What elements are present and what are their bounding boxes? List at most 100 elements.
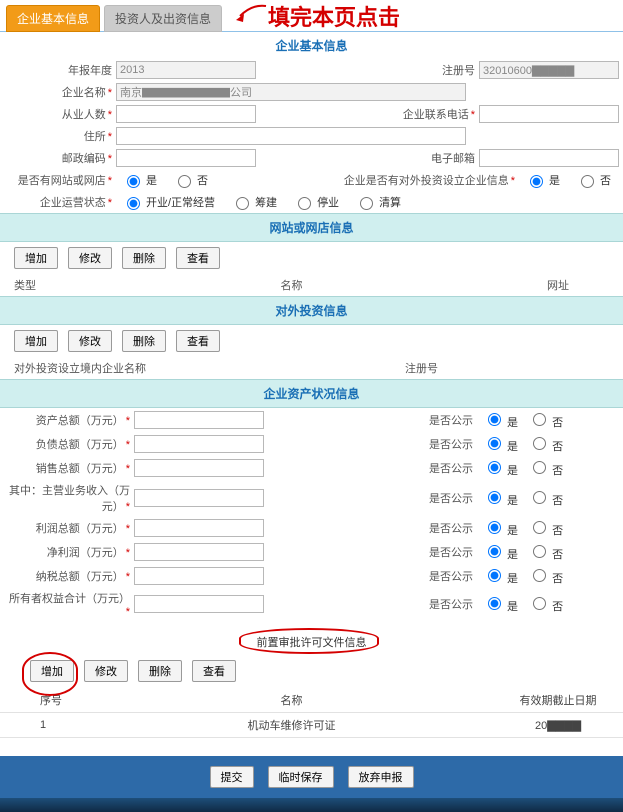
giveup-button[interactable]: 放弃申报 — [348, 766, 414, 788]
asset-row: 所有者权益合计（万元）*是否公示 是 否 — [0, 588, 623, 620]
label-employees: 从业人数 — [62, 109, 106, 121]
label-company-name: 企业名称 — [62, 87, 106, 99]
asset-publish-no[interactable]: 否 — [528, 410, 563, 430]
asset-row: 净利润（万元）*是否公示 是 否 — [0, 540, 623, 564]
label-has-outinvest: 企业是否有对外投资设立企业信息 — [344, 175, 509, 187]
permit-expiry: 20▇▇▇▇ — [493, 713, 623, 738]
asset-input-0[interactable] — [134, 411, 264, 429]
asset-publish-no[interactable]: 否 — [528, 518, 563, 538]
asset-input-5[interactable] — [134, 543, 264, 561]
outbound-table-header: 对外投资设立境内企业名称 注册号 — [0, 357, 623, 379]
footer-strip — [0, 798, 623, 812]
bottom-action-bar: 提交 临时保存 放弃申报 — [0, 756, 623, 798]
year-input — [116, 61, 256, 79]
website-edit-button[interactable]: 修改 — [68, 247, 112, 269]
asset-publish-label: 是否公示 — [409, 412, 473, 428]
asset-publish-yes[interactable]: 是 — [483, 434, 518, 454]
asset-row: 利润总额（万元）*是否公示 是 否 — [0, 516, 623, 540]
asset-publish-label: 是否公示 — [409, 596, 473, 612]
tab-basic-info[interactable]: 企业基本信息 — [6, 5, 100, 32]
asset-publish-yes[interactable]: 是 — [483, 566, 518, 586]
has-site-yes[interactable]: 是 — [122, 172, 157, 188]
asset-label: 负债总额（万元） — [36, 439, 124, 451]
asset-publish-no[interactable]: 否 — [528, 566, 563, 586]
draft-save-button[interactable]: 临时保存 — [268, 766, 334, 788]
asset-row: 其中：主营业务收入（万元）*是否公示 是 否 — [0, 480, 623, 516]
permit-delete-button[interactable]: 删除 — [138, 660, 182, 682]
label-regno: 注册号 — [442, 65, 475, 77]
section-header-assets: 企业资产状况信息 — [0, 379, 623, 408]
permit-seq: 1 — [0, 713, 90, 738]
label-zip: 邮政编码 — [62, 153, 106, 165]
regno-input — [479, 61, 619, 79]
asset-publish-yes[interactable]: 是 — [483, 542, 518, 562]
permit-view-button[interactable]: 查看 — [192, 660, 236, 682]
asset-row: 纳税总额（万元）*是否公示 是 否 — [0, 564, 623, 588]
address-input[interactable] — [116, 127, 466, 145]
op-status-clear[interactable]: 清算 — [355, 194, 401, 210]
asset-publish-yes[interactable]: 是 — [483, 594, 518, 614]
label-op-status: 企业运营状态 — [40, 197, 106, 209]
permit-edit-button[interactable]: 修改 — [84, 660, 128, 682]
asset-label: 其中：主营业务收入（万元） — [9, 485, 130, 513]
asset-publish-no[interactable]: 否 — [528, 488, 563, 508]
website-delete-button[interactable]: 删除 — [122, 247, 166, 269]
asset-publish-label: 是否公示 — [409, 490, 473, 506]
website-add-button[interactable]: 增加 — [14, 247, 58, 269]
asset-row: 资产总额（万元）*是否公示 是 否 — [0, 408, 623, 432]
has-outinvest-no[interactable]: 否 — [576, 172, 611, 188]
label-year: 年报年度 — [68, 65, 112, 77]
contact-phone-input[interactable] — [479, 105, 619, 123]
op-status-open[interactable]: 开业/正常经营 — [122, 194, 215, 210]
outbound-add-button[interactable]: 增加 — [14, 330, 58, 352]
asset-publish-label: 是否公示 — [409, 436, 473, 452]
asset-input-3[interactable] — [134, 489, 264, 507]
label-email: 电子邮箱 — [431, 153, 475, 165]
tab-investor-info[interactable]: 投资人及出资信息 — [104, 5, 222, 32]
asset-label: 利润总额（万元） — [36, 523, 124, 535]
asset-publish-no[interactable]: 否 — [528, 458, 563, 478]
asset-publish-label: 是否公示 — [409, 544, 473, 560]
asset-publish-label: 是否公示 — [409, 520, 473, 536]
submit-button[interactable]: 提交 — [210, 766, 254, 788]
website-table-header: 类型 名称 网址 — [0, 274, 623, 296]
asset-publish-yes[interactable]: 是 — [483, 488, 518, 508]
asset-publish-yes[interactable]: 是 — [483, 458, 518, 478]
outbound-delete-button[interactable]: 删除 — [122, 330, 166, 352]
employees-input[interactable] — [116, 105, 256, 123]
website-view-button[interactable]: 查看 — [176, 247, 220, 269]
asset-publish-no[interactable]: 否 — [528, 542, 563, 562]
label-address: 住所 — [84, 131, 106, 143]
permit-table: 序号 名称 有效期截止日期 1机动车维修许可证20▇▇▇▇ — [0, 688, 623, 738]
asset-publish-no[interactable]: 否 — [528, 434, 563, 454]
asset-publish-yes[interactable]: 是 — [483, 410, 518, 430]
asset-label: 净利润（万元） — [47, 547, 124, 559]
table-row[interactable]: 1机动车维修许可证20▇▇▇▇ — [0, 713, 623, 738]
asset-input-1[interactable] — [134, 435, 264, 453]
asset-publish-no[interactable]: 否 — [528, 594, 563, 614]
asset-publish-label: 是否公示 — [409, 568, 473, 584]
asset-input-2[interactable] — [134, 459, 264, 477]
asset-input-4[interactable] — [134, 519, 264, 537]
email-input[interactable] — [479, 149, 619, 167]
asset-label: 资产总额（万元） — [36, 415, 124, 427]
outbound-edit-button[interactable]: 修改 — [68, 330, 112, 352]
zip-input[interactable] — [116, 149, 256, 167]
asset-publish-yes[interactable]: 是 — [483, 518, 518, 538]
asset-row: 负债总额（万元）*是否公示 是 否 — [0, 432, 623, 456]
permit-name: 机动车维修许可证 — [90, 713, 493, 738]
annotation-text: 填完本页点击 — [268, 0, 400, 32]
company-name-input — [116, 83, 466, 101]
permit-add-button[interactable]: 增加 — [30, 660, 74, 682]
asset-label: 纳税总额（万元） — [36, 571, 124, 583]
op-status-prep[interactable]: 筹建 — [231, 194, 277, 210]
asset-label: 销售总额（万元） — [36, 463, 124, 475]
asset-input-6[interactable] — [134, 567, 264, 585]
has-site-no[interactable]: 否 — [173, 172, 208, 188]
op-status-stop[interactable]: 停业 — [293, 194, 339, 210]
section-header-basic: 企业基本信息 — [0, 32, 623, 59]
asset-input-7[interactable] — [134, 595, 264, 613]
outbound-view-button[interactable]: 查看 — [176, 330, 220, 352]
label-has-site: 是否有网站或网店 — [18, 175, 106, 187]
has-outinvest-yes[interactable]: 是 — [525, 172, 560, 188]
